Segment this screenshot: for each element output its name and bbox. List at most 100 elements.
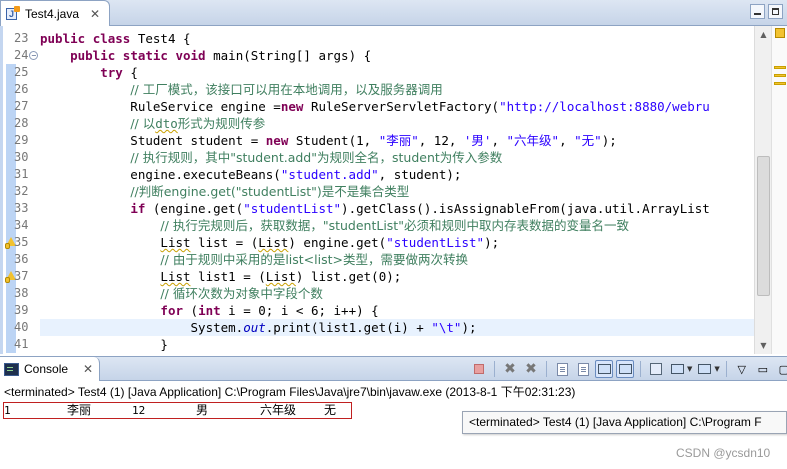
line-number-text: 35: [14, 235, 29, 249]
editor-tab-title: Test4.java: [25, 6, 80, 21]
chevron-down-icon[interactable]: ▼: [714, 365, 719, 373]
close-console-icon[interactable]: ✕: [83, 362, 93, 376]
editor-tab-bar: J Test4.java ✕: [0, 0, 787, 26]
code-line[interactable]: // 循环次数为对象中字段个数: [40, 285, 754, 302]
current-code-line[interactable]: System.out.print(list1.get(i) + "\t");: [40, 319, 754, 336]
overview-warning-mark[interactable]: [774, 66, 786, 69]
line-number-text: 24: [14, 48, 29, 62]
line-number-text: 33: [14, 201, 29, 215]
code-token: list = (: [190, 235, 259, 250]
open-console-icon[interactable]: [695, 360, 713, 378]
code-line[interactable]: // 执行完规则后，获取数据，"studentList"必须和规则中取内存表数据…: [40, 217, 754, 234]
code-line[interactable]: List list1 = (List) list.get(0);: [40, 268, 754, 285]
code-token: "无": [574, 133, 602, 148]
code-line[interactable]: // 执行规则，其中"student.add"为规则全名，student为传入参…: [40, 149, 754, 166]
code-line[interactable]: public static void main(String[] args) {: [40, 47, 754, 64]
line-number: 28: [14, 115, 42, 132]
line-number-text: 29: [14, 133, 29, 147]
overview-warning-mark[interactable]: [774, 82, 786, 85]
remove-all-terminated-icon[interactable]: ✖: [522, 360, 540, 378]
code-token: {: [130, 65, 138, 80]
code-line[interactable]: engine.executeBeans("student.add", stude…: [40, 166, 754, 183]
line-number: 32: [14, 183, 42, 200]
display-selected-console-icon[interactable]: [668, 360, 686, 378]
code-token: System.: [40, 320, 244, 335]
console-tab[interactable]: Console ✕: [0, 357, 100, 381]
code-token: "http://localhost:8880/webru: [499, 99, 710, 114]
overview-warning-mark[interactable]: [774, 74, 786, 77]
line-number-text: 34: [14, 218, 29, 232]
show-console-on-output-icon[interactable]: [595, 360, 613, 378]
chevron-down-icon[interactable]: ▼: [687, 365, 692, 373]
line-number-gutter: 23 24−25 26 27 28 29 30 31 32 33 34 35 36 37 38 39 40 41: [14, 26, 42, 354]
pin-console-icon[interactable]: [647, 360, 665, 378]
output-value: 12: [132, 404, 146, 417]
terminate-icon[interactable]: [470, 360, 488, 378]
code-line[interactable]: try {: [40, 64, 754, 81]
code-line[interactable]: Student student = new Student(1, "李丽", 1…: [40, 132, 754, 149]
editor-tab-test4-java[interactable]: J Test4.java ✕: [0, 0, 110, 26]
code-token: // 以: [130, 116, 156, 131]
output-value: 1: [4, 404, 11, 417]
scrollbar-thumb[interactable]: [757, 156, 770, 296]
console-view-bar: Console ✕ ✖ ✖ ▼ ▼ ▽ ▭ ▢: [0, 356, 787, 381]
line-number: 30: [14, 149, 42, 166]
line-number: 40: [14, 319, 42, 336]
view-menu-icon[interactable]: ▽: [733, 360, 751, 378]
code-line[interactable]: // 由于规则中采用的是list<list>类型，需要做两次转换: [40, 251, 754, 268]
line-number: 39: [14, 302, 42, 319]
show-console-on-error-icon[interactable]: [616, 360, 634, 378]
line-number: 25: [14, 64, 42, 81]
minimize-view-icon[interactable]: ▭: [754, 360, 772, 378]
line-number-text: 39: [14, 303, 29, 317]
code-token: for: [160, 303, 191, 318]
console-icon: [4, 362, 19, 376]
scroll-down-icon[interactable]: ▼: [755, 337, 772, 354]
code-token: // 执行完规则后，获取数据，"studentList"必须和规则中取内存表数据…: [160, 218, 629, 233]
maximize-view-icon[interactable]: ▢: [775, 360, 787, 378]
code-line[interactable]: //判断engine.get("studentList")是不是集合类型: [40, 183, 754, 200]
line-number-text: 38: [14, 286, 29, 300]
fold-collapse-icon[interactable]: −: [29, 51, 39, 60]
close-tab-icon[interactable]: ✕: [89, 7, 101, 21]
code-token: ) list.get(0);: [295, 269, 402, 284]
line-number-text: 32: [14, 184, 29, 198]
code-line[interactable]: if (engine.get("studentList").getClass()…: [40, 200, 754, 217]
code-line[interactable]: RuleService engine =new RuleServerServle…: [40, 98, 754, 115]
warning-summary-icon[interactable]: [775, 28, 785, 38]
code-token: new: [265, 133, 296, 148]
minimize-icon[interactable]: [750, 4, 765, 19]
scroll-lock-icon[interactable]: [574, 360, 592, 378]
code-token: , student);: [378, 167, 462, 182]
code-area[interactable]: public class Test4 { public static void …: [40, 26, 754, 354]
code-token: (engine.get(: [152, 201, 244, 216]
code-line[interactable]: List list = (List) engine.get("studentLi…: [40, 234, 754, 251]
code-line[interactable]: // 工厂模式，该接口可以用在本地调用，以及服务器调用: [40, 81, 754, 98]
clear-console-icon[interactable]: [553, 360, 571, 378]
output-value: 男: [196, 403, 209, 417]
code-line[interactable]: // 以dto形式为规则传参: [40, 115, 754, 132]
line-number: 41: [14, 336, 42, 353]
code-token: static: [122, 48, 176, 63]
editor-vertical-scrollbar[interactable]: ▲ ▼: [754, 26, 771, 354]
code-token: 形式为规则传参: [177, 116, 266, 131]
code-line[interactable]: }: [40, 336, 754, 353]
line-number-text: 31: [14, 167, 29, 181]
code-token: // 执行规则，其中"student.add"为规则全名，student为传入参…: [130, 150, 503, 165]
line-number: 23: [14, 30, 42, 47]
line-number: 33: [14, 200, 42, 217]
code-token: void: [175, 48, 214, 63]
code-line[interactable]: public class Test4 {: [40, 30, 754, 47]
code-editor[interactable]: 23 24−25 26 27 28 29 30 31 32 33 34 35 36 37 38 39 40 41 …: [0, 26, 787, 354]
remove-launch-icon[interactable]: ✖: [501, 360, 519, 378]
maximize-icon[interactable]: [768, 4, 783, 19]
overview-ruler: [771, 26, 787, 354]
scroll-up-icon[interactable]: ▲: [755, 26, 772, 43]
code-line[interactable]: for (int i = 0; i < 6; i++) {: [40, 302, 754, 319]
code-token: // 由于规则中采用的是list<list>类型，需要做两次转换: [160, 252, 468, 267]
line-number-text: 28: [14, 116, 29, 130]
code-token: List: [258, 235, 289, 250]
